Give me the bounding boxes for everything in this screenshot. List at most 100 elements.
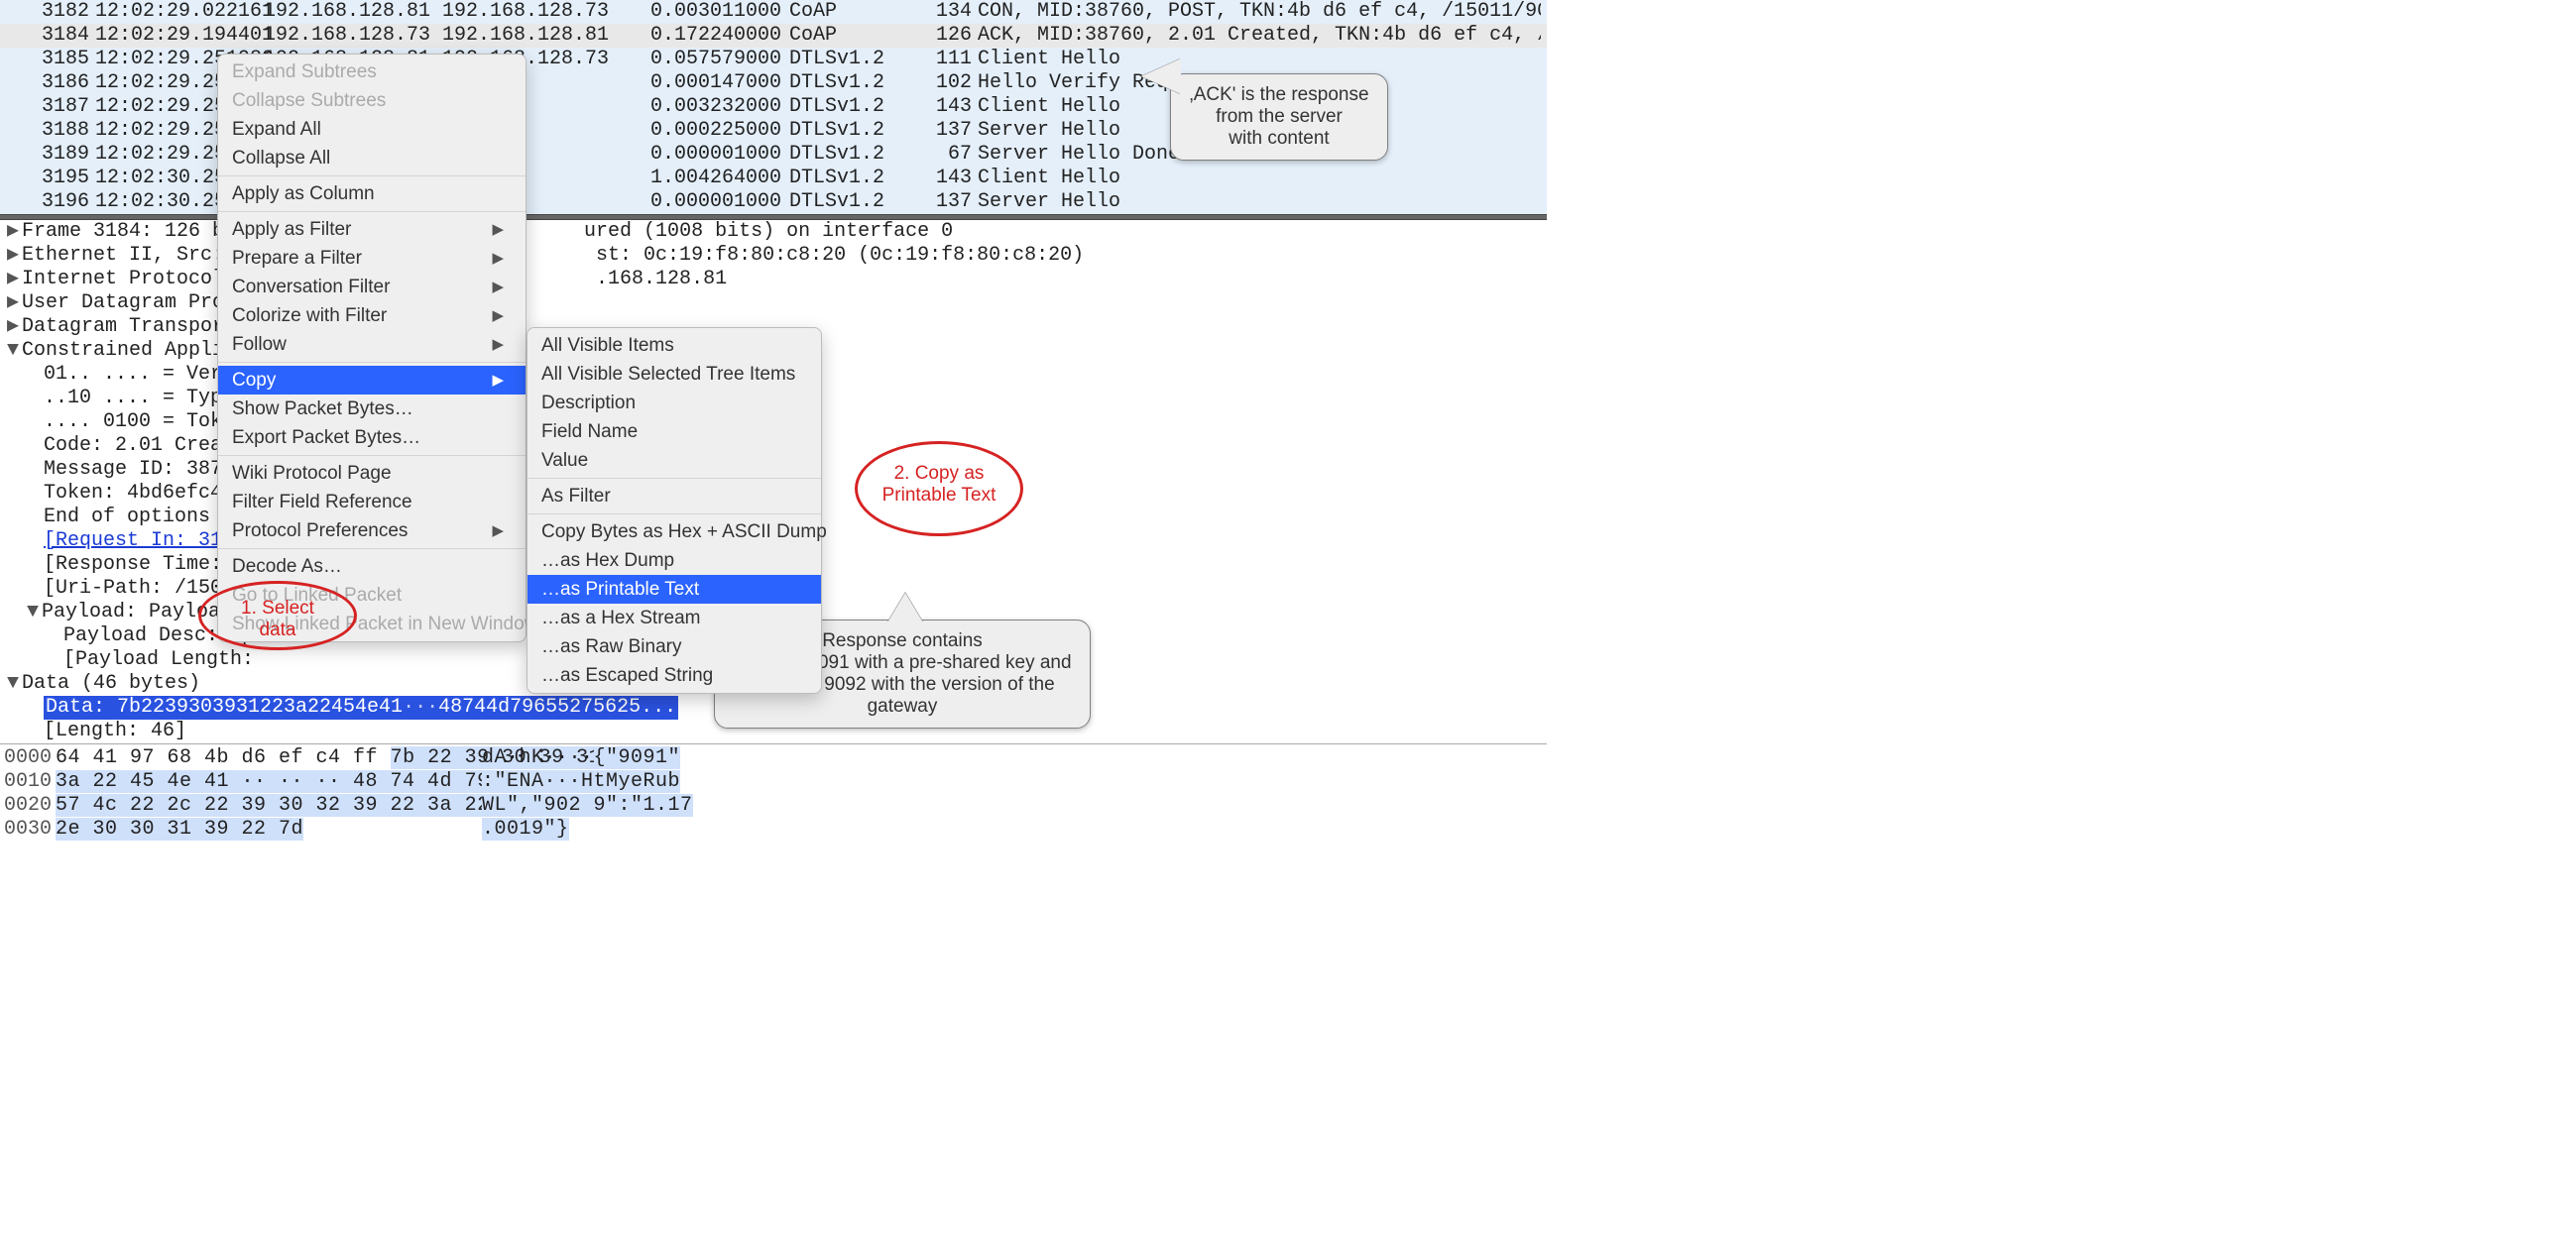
- annotation-select-text: 1. Select data: [238, 598, 317, 641]
- hex-bytes: 3a 22 45 4e 41 ·· ·· ·· 48 74 4d 79 65 5…: [56, 770, 482, 794]
- col-len: 126: [918, 24, 978, 48]
- menu-wiki-protocol[interactable]: Wiki Protocol Page: [218, 459, 526, 488]
- submenu-hex-dump[interactable]: …as Hex Dump: [527, 546, 821, 575]
- packet-row[interactable]: 318212:02:29.022161192.168.128.81192.168…: [0, 0, 1547, 24]
- expand-icon[interactable]: ▶: [4, 291, 22, 315]
- chevron-right-icon: ▶: [492, 246, 504, 271]
- expand-icon[interactable]: ▶: [4, 244, 22, 268]
- hex-ascii: dA·hK····{"9091": [482, 746, 680, 770]
- col-len: 137: [918, 190, 978, 214]
- col-no: 3186: [6, 71, 95, 95]
- col-proto: DTLSv1.2: [789, 48, 918, 71]
- col-delta: 0.003011000: [641, 0, 789, 24]
- collapse-icon[interactable]: ▼: [24, 601, 42, 624]
- menu-protocol-preferences[interactable]: Protocol Preferences▶: [218, 516, 526, 545]
- col-delta: 0.000001000: [641, 143, 789, 167]
- expand-icon[interactable]: ▶: [4, 220, 22, 244]
- col-proto: DTLSv1.2: [789, 95, 918, 119]
- menu-expand-all[interactable]: Expand All: [218, 115, 526, 144]
- collapse-icon[interactable]: ▼: [4, 672, 22, 696]
- menu-separator: [218, 175, 526, 176]
- tree-token[interactable]: Token: 4bd6efc4: [44, 482, 222, 506]
- packet-row[interactable]: 318412:02:29.194401192.168.128.73192.168…: [0, 24, 1547, 48]
- hex-row[interactable]: 00302e 30 30 31 39 22 7d.0019"}: [4, 818, 1543, 842]
- context-menu[interactable]: Expand Subtrees Collapse Subtrees Expand…: [217, 54, 527, 642]
- col-proto: DTLSv1.2: [789, 71, 918, 95]
- menu-decode-as[interactable]: Decode As…: [218, 552, 526, 581]
- hex-offset: 0010: [4, 770, 56, 794]
- hex-offset: 0030: [4, 818, 56, 842]
- tree-mid[interactable]: Message ID: 38760: [44, 458, 246, 482]
- copy-submenu[interactable]: All Visible Items All Visible Selected T…: [527, 327, 822, 694]
- col-proto: DTLSv1.2: [789, 143, 918, 167]
- col-proto: DTLSv1.2: [789, 190, 918, 214]
- chevron-right-icon: ▶: [492, 303, 504, 328]
- submenu-hex-stream[interactable]: …as a Hex Stream: [527, 604, 821, 632]
- submenu-as-filter[interactable]: As Filter: [527, 482, 821, 510]
- hex-row[interactable]: 00103a 22 45 4e 41 ·· ·· ·· 48 74 4d 79 …: [4, 770, 1543, 794]
- menu-export-packet-bytes[interactable]: Export Packet Bytes…: [218, 423, 526, 452]
- menu-show-packet-bytes[interactable]: Show Packet Bytes…: [218, 395, 526, 423]
- col-proto: CoAP: [789, 24, 918, 48]
- col-info: Client Hello: [978, 48, 1541, 71]
- tree-data-header[interactable]: Data (46 bytes): [22, 672, 200, 696]
- menu-expand-subtrees: Expand Subtrees: [218, 57, 526, 86]
- col-info: ACK, MID:38760, 2.01 Created, TKN:4b d6 …: [978, 24, 1541, 48]
- col-no: 3182: [6, 0, 95, 24]
- hex-row[interactable]: 000064 41 97 68 4b d6 ef c4 ff 7b 22 39 …: [4, 746, 1543, 770]
- col-len: 134: [918, 0, 978, 24]
- hex-ascii: .0019"}: [482, 818, 680, 842]
- col-len: 143: [918, 167, 978, 190]
- submenu-value[interactable]: Value: [527, 446, 821, 475]
- col-proto: DTLSv1.2: [789, 167, 918, 190]
- chevron-right-icon: ▶: [492, 217, 504, 242]
- hex-bytes: 2e 30 30 31 39 22 7d: [56, 818, 482, 842]
- submenu-all-visible-selected[interactable]: All Visible Selected Tree Items: [527, 360, 821, 389]
- collapse-icon[interactable]: ▼: [4, 339, 22, 363]
- col-no: 3196: [6, 190, 95, 214]
- menu-prepare-a-filter[interactable]: Prepare a Filter▶: [218, 244, 526, 273]
- menu-follow[interactable]: Follow▶: [218, 330, 526, 359]
- expand-icon[interactable]: ▶: [4, 315, 22, 339]
- menu-separator: [218, 362, 526, 363]
- col-len: 143: [918, 95, 978, 119]
- menu-collapse-subtrees: Collapse Subtrees: [218, 86, 526, 115]
- tree-length[interactable]: [Length: 46]: [44, 720, 186, 743]
- col-delta: 0.000001000: [641, 190, 789, 214]
- col-proto: DTLSv1.2: [789, 119, 918, 143]
- submenu-raw-binary[interactable]: …as Raw Binary: [527, 632, 821, 661]
- tree-payload-len[interactable]: [Payload Length:: [63, 648, 254, 672]
- menu-colorize-with-filter[interactable]: Colorize with Filter▶: [218, 301, 526, 330]
- menu-filter-field-ref[interactable]: Filter Field Reference: [218, 488, 526, 516]
- hex-bytes: 64 41 97 68 4b d6 ef c4 ff 7b 22 39 30 3…: [56, 746, 482, 770]
- submenu-escaped-string[interactable]: …as Escaped String: [527, 661, 821, 690]
- submenu-field-name[interactable]: Field Name: [527, 417, 821, 446]
- col-delta: 0.000225000: [641, 119, 789, 143]
- col-no: 3189: [6, 143, 95, 167]
- submenu-description[interactable]: Description: [527, 389, 821, 417]
- col-no: 3188: [6, 119, 95, 143]
- hex-offset: 0020: [4, 794, 56, 818]
- col-len: 67: [918, 143, 978, 167]
- col-time: 12:02:29.022161: [95, 0, 264, 24]
- submenu-hex-ascii-dump[interactable]: Copy Bytes as Hex + ASCII Dump: [527, 517, 821, 546]
- expand-icon[interactable]: ▶: [4, 268, 22, 291]
- col-no: 3195: [6, 167, 95, 190]
- hex-dump-pane[interactable]: 000064 41 97 68 4b d6 ef c4 ff 7b 22 39 …: [0, 743, 1547, 844]
- menu-apply-as-filter[interactable]: Apply as Filter▶: [218, 215, 526, 244]
- menu-apply-as-column[interactable]: Apply as Column: [218, 179, 526, 208]
- submenu-printable-text[interactable]: …as Printable Text: [527, 575, 821, 604]
- annotation-copy-text: 2. Copy as Printable Text: [879, 463, 998, 507]
- menu-copy[interactable]: Copy▶: [218, 366, 526, 395]
- col-delta: 0.172240000: [641, 24, 789, 48]
- chevron-right-icon: ▶: [492, 275, 504, 299]
- submenu-all-visible-items[interactable]: All Visible Items: [527, 331, 821, 360]
- chevron-right-icon: ▶: [492, 332, 504, 357]
- col-no: 3184: [6, 24, 95, 48]
- hex-row[interactable]: 002057 4c 22 2c 22 39 30 32 39 22 3a 22 …: [4, 794, 1543, 818]
- menu-conversation-filter[interactable]: Conversation Filter▶: [218, 273, 526, 301]
- menu-collapse-all[interactable]: Collapse All: [218, 144, 526, 172]
- menu-separator: [527, 513, 821, 514]
- menu-separator: [218, 548, 526, 549]
- hex-ascii: :"ENA···HtMyeRub: [482, 770, 680, 794]
